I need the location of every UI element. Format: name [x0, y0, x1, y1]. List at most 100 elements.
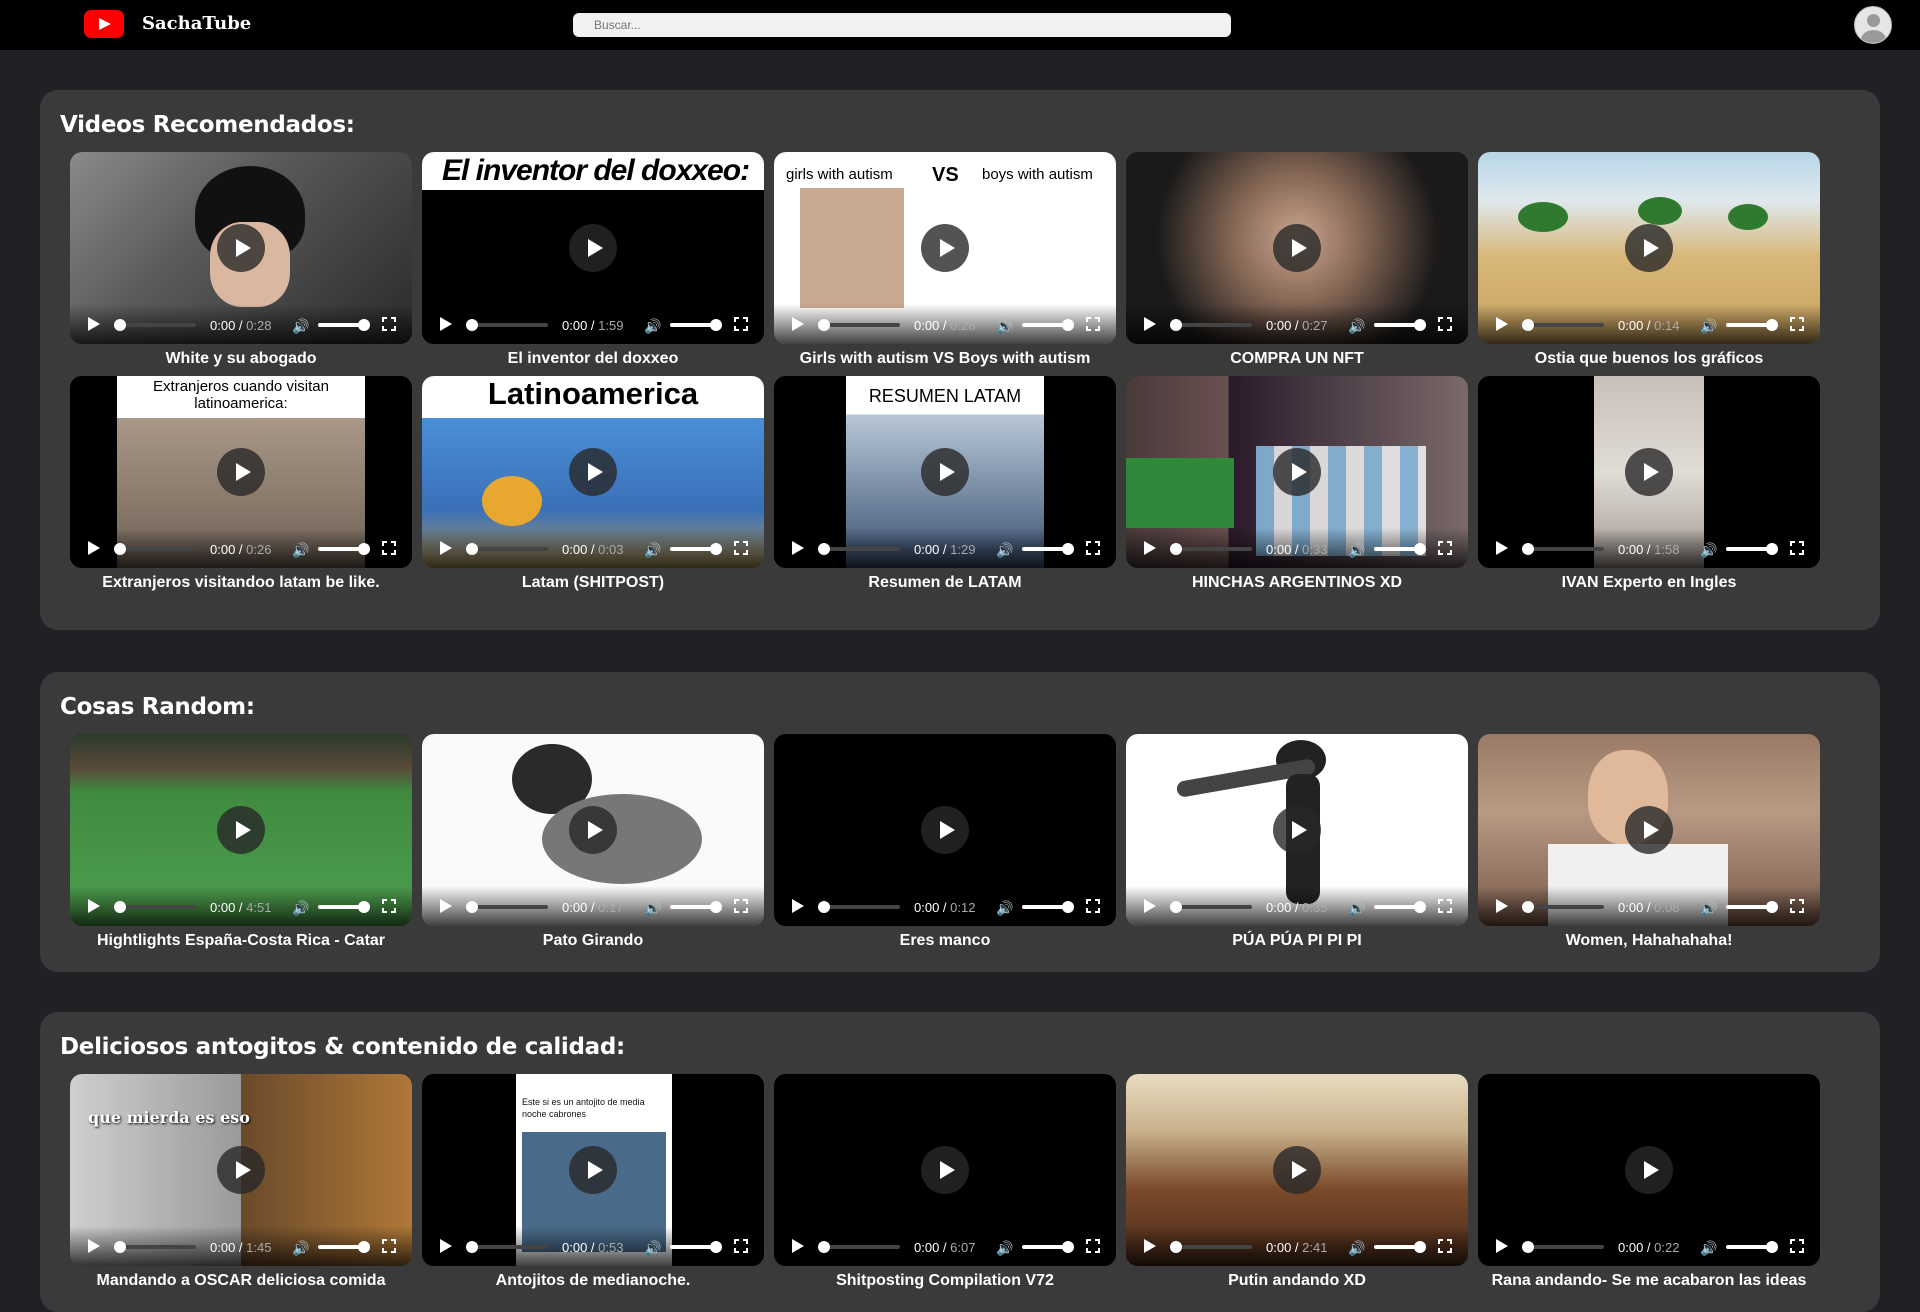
volume-slider[interactable] — [670, 901, 722, 913]
play-icon[interactable] — [1273, 448, 1321, 496]
video-card[interactable]: Latinoamerica 0:00 / 0:03 🔊 Latam (SHITP… — [422, 376, 764, 592]
play-icon[interactable] — [569, 224, 617, 272]
play-icon[interactable] — [1144, 899, 1156, 913]
video-title[interactable]: Extranjeros visitandoo latam be like. — [91, 574, 391, 592]
video-card[interactable]: 0:00 / 4:51 🔊 Hightlights España-Costa R… — [70, 734, 412, 950]
fullscreen-icon[interactable] — [382, 899, 396, 913]
volume-slider[interactable] — [1022, 543, 1074, 555]
play-icon[interactable] — [921, 448, 969, 496]
volume-icon[interactable]: 🔊 — [1700, 1240, 1717, 1256]
volume-slider[interactable] — [318, 543, 370, 555]
video-title[interactable]: Rana andando- Se me acabaron las ideas — [1478, 1272, 1820, 1290]
volume-icon[interactable]: 🔊 — [644, 1240, 661, 1256]
video-card[interactable]: 0:00 / 0:33 🔊 HINCHAS ARGENTINOS XD — [1126, 376, 1468, 592]
video-title[interactable]: Pato Girando — [422, 932, 764, 950]
fullscreen-icon[interactable] — [734, 317, 748, 331]
play-icon[interactable] — [440, 899, 452, 913]
video-player[interactable]: 0:00 / 0:14 🔊 — [1478, 152, 1820, 344]
video-card[interactable]: 0:00 / 0:14 🔊 Ostia que buenos los gráfi… — [1478, 152, 1820, 368]
fullscreen-icon[interactable] — [1086, 317, 1100, 331]
play-icon[interactable] — [440, 1239, 452, 1253]
play-icon[interactable] — [217, 806, 265, 854]
volume-slider[interactable] — [1374, 319, 1426, 331]
fullscreen-icon[interactable] — [382, 1239, 396, 1253]
volume-icon[interactable]: 🔊 — [1700, 900, 1717, 916]
fullscreen-icon[interactable] — [1790, 899, 1804, 913]
video-card[interactable]: 0:00 / 1:58 🔊 IVAN Experto en Ingles — [1478, 376, 1820, 592]
volume-slider[interactable] — [1726, 901, 1778, 913]
play-icon[interactable] — [88, 317, 100, 331]
youtube-logo-icon[interactable] — [84, 10, 124, 38]
video-card[interactable]: El inventor del doxxeo: 0:00 / 1:59 🔊 El… — [422, 152, 764, 368]
video-player[interactable]: 0:00 / 2:41 🔊 — [1126, 1074, 1468, 1266]
video-card[interactable]: 0:00 / 0:28 🔊 White y su abogado — [70, 152, 412, 368]
play-icon[interactable] — [1625, 1146, 1673, 1194]
volume-icon[interactable]: 🔊 — [644, 542, 661, 558]
video-title[interactable]: Eres manco — [774, 932, 1116, 950]
video-player[interactable]: El inventor del doxxeo: 0:00 / 1:59 🔊 — [422, 152, 764, 344]
volume-icon[interactable]: 🔊 — [644, 900, 661, 916]
video-card[interactable]: 0:00 / 0:22 🔊 Rana andando- Se me acabar… — [1478, 1074, 1820, 1290]
video-title[interactable]: Antojitos de medianoche. — [422, 1272, 764, 1290]
play-icon[interactable] — [217, 448, 265, 496]
seek-bar[interactable] — [1170, 543, 1252, 555]
seek-bar[interactable] — [466, 319, 548, 331]
seek-bar[interactable] — [1522, 901, 1604, 913]
seek-bar[interactable] — [1522, 319, 1604, 331]
video-player[interactable]: girls with autism VS boys with autism 0:… — [774, 152, 1116, 344]
seek-bar[interactable] — [818, 1241, 900, 1253]
volume-icon[interactable]: 🔊 — [1700, 542, 1717, 558]
fullscreen-icon[interactable] — [1086, 1239, 1100, 1253]
play-icon[interactable] — [1496, 541, 1508, 555]
fullscreen-icon[interactable] — [734, 1239, 748, 1253]
fullscreen-icon[interactable] — [1438, 1239, 1452, 1253]
play-icon[interactable] — [88, 899, 100, 913]
fullscreen-icon[interactable] — [1438, 317, 1452, 331]
video-title[interactable]: Latam (SHITPOST) — [422, 574, 764, 592]
fullscreen-icon[interactable] — [382, 317, 396, 331]
fullscreen-icon[interactable] — [1438, 541, 1452, 555]
seek-bar[interactable] — [1170, 319, 1252, 331]
volume-slider[interactable] — [1022, 319, 1074, 331]
play-icon[interactable] — [569, 806, 617, 854]
volume-slider[interactable] — [1022, 1241, 1074, 1253]
play-icon[interactable] — [1496, 1239, 1508, 1253]
volume-slider[interactable] — [1022, 901, 1074, 913]
video-player[interactable]: 0:00 / 0:12 🔊 — [774, 734, 1116, 926]
play-icon[interactable] — [1273, 1146, 1321, 1194]
video-card[interactable]: 0:00 / 0:08 🔊 Women, Hahahahaha! — [1478, 734, 1820, 950]
play-icon[interactable] — [1496, 317, 1508, 331]
volume-icon[interactable]: 🔊 — [1348, 900, 1365, 916]
video-player[interactable]: 0:00 / 0:08 🔊 — [1478, 734, 1820, 926]
video-player[interactable]: Este si es un antojito de media noche ca… — [422, 1074, 764, 1266]
play-icon[interactable] — [440, 317, 452, 331]
seek-bar[interactable] — [466, 1241, 548, 1253]
volume-icon[interactable]: 🔊 — [292, 900, 309, 916]
volume-icon[interactable]: 🔊 — [644, 318, 661, 334]
volume-slider[interactable] — [1726, 543, 1778, 555]
play-icon[interactable] — [440, 541, 452, 555]
play-icon[interactable] — [792, 1239, 804, 1253]
volume-slider[interactable] — [670, 319, 722, 331]
volume-icon[interactable]: 🔊 — [996, 542, 1013, 558]
play-icon[interactable] — [569, 1146, 617, 1194]
video-card[interactable]: 0:00 / 2:41 🔊 Putin andando XD — [1126, 1074, 1468, 1290]
play-icon[interactable] — [792, 899, 804, 913]
play-icon[interactable] — [569, 448, 617, 496]
video-player[interactable]: 0:00 / 1:58 🔊 — [1478, 376, 1820, 568]
play-icon[interactable] — [1273, 224, 1321, 272]
fullscreen-icon[interactable] — [1438, 899, 1452, 913]
play-icon[interactable] — [217, 224, 265, 272]
video-title[interactable]: Hightlights España-Costa Rica - Catar — [70, 932, 412, 950]
fullscreen-icon[interactable] — [1790, 541, 1804, 555]
video-title[interactable]: COMPRA UN NFT — [1126, 350, 1468, 368]
video-player[interactable]: 0:00 / 0:22 🔊 — [1478, 1074, 1820, 1266]
play-icon[interactable] — [1625, 448, 1673, 496]
volume-icon[interactable]: 🔊 — [292, 318, 309, 334]
play-icon[interactable] — [1625, 224, 1673, 272]
volume-icon[interactable]: 🔊 — [292, 542, 309, 558]
volume-slider[interactable] — [1374, 901, 1426, 913]
play-icon[interactable] — [921, 806, 969, 854]
play-icon[interactable] — [217, 1146, 265, 1194]
video-title[interactable]: Girls with autism VS Boys with autism — [774, 350, 1116, 368]
